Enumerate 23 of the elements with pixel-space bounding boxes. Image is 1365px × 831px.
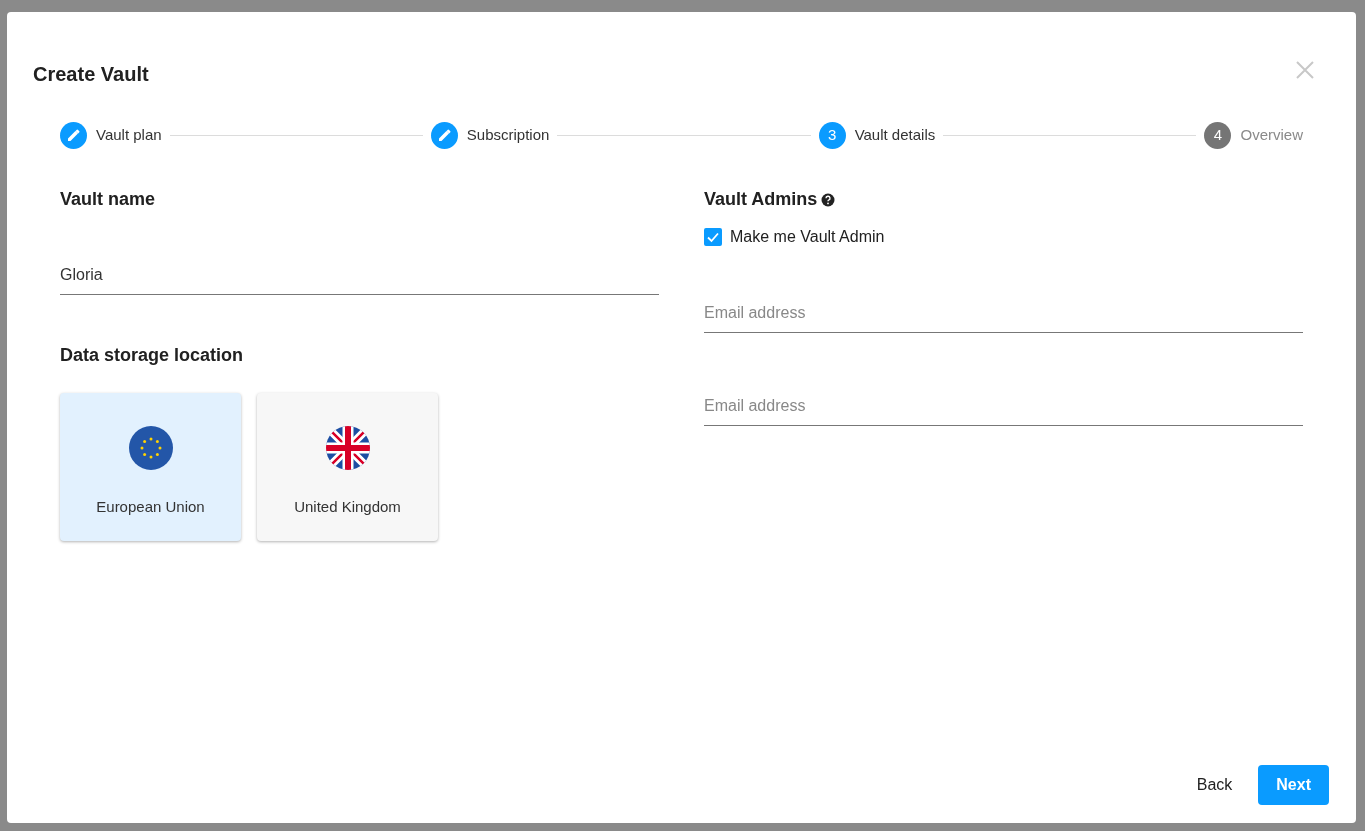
step-number: 3 bbox=[818, 122, 846, 149]
flag-icon bbox=[128, 426, 173, 471]
dialog-title: Create Vault bbox=[33, 62, 149, 86]
pencil-icon bbox=[430, 122, 458, 149]
section-heading: Vault name bbox=[60, 189, 157, 211]
section-heading: Vault Admins bbox=[704, 189, 818, 211]
help-icon[interactable] bbox=[821, 192, 836, 207]
location-option[interactable]: United Kingdom bbox=[257, 393, 438, 542]
step-label: Subscription bbox=[466, 125, 550, 146]
close-button[interactable] bbox=[1294, 58, 1316, 80]
step-label: Vault plan bbox=[96, 125, 162, 146]
location-option[interactable]: European Union bbox=[60, 393, 241, 542]
back-button[interactable]: Back bbox=[1186, 765, 1243, 805]
step-label: Vault details bbox=[854, 125, 936, 146]
email-field[interactable]: Email address bbox=[704, 389, 1303, 426]
pencil-icon bbox=[60, 122, 87, 149]
checkbox[interactable] bbox=[704, 227, 722, 246]
vault-name-field[interactable]: Gloria bbox=[60, 258, 659, 295]
section-heading: Data storage location bbox=[60, 344, 245, 367]
checkbox-label: Make me Vault Admin bbox=[730, 226, 885, 247]
email-field[interactable]: Email address bbox=[704, 296, 1303, 333]
step-label: Overview bbox=[1240, 125, 1303, 146]
step-number: 4 bbox=[1204, 122, 1232, 149]
